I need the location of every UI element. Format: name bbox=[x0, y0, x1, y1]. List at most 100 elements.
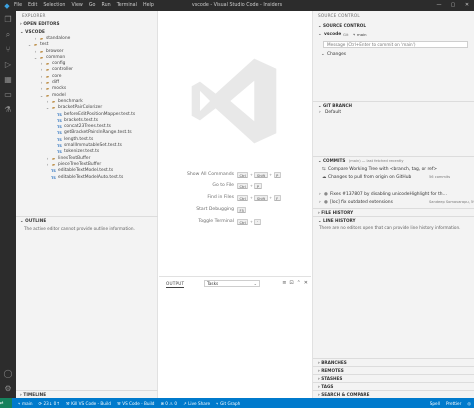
keycap: F5 bbox=[237, 206, 247, 213]
line-history-header[interactable]: ⌄ LINE HISTORY bbox=[313, 216, 474, 224]
manage-gear-icon[interactable]: ⚙ bbox=[0, 382, 16, 396]
git-branch-item: Default bbox=[325, 110, 342, 115]
explorer-icon[interactable]: ❐ bbox=[0, 13, 16, 27]
repo-row[interactable]: ⌄ vscode Git ⑂ main bbox=[313, 31, 474, 38]
problems-indicator[interactable]: ⊗ 0 ⚠ 0 bbox=[160, 401, 177, 406]
window-controls: — ▢ ✕ bbox=[432, 0, 474, 11]
tab-output[interactable]: OUTPUT bbox=[166, 281, 185, 288]
task-build[interactable]: ⚒ VS Code - Build bbox=[117, 401, 155, 406]
notifications-icon[interactable]: ◎ bbox=[467, 401, 471, 406]
branch-indicator[interactable]: ⑂ main bbox=[18, 401, 32, 406]
file-history-header[interactable]: › FILE HISTORY bbox=[313, 208, 474, 216]
tree-file[interactable]: TS editableTextModelAuto.test.ts bbox=[16, 175, 157, 181]
source-control-icon[interactable]: ⑂ bbox=[0, 43, 16, 57]
sync-indicator[interactable]: ⟳ 23↓ 0↑ bbox=[38, 401, 59, 406]
menu-item-selection[interactable]: Selection bbox=[43, 3, 65, 8]
section-label: STASHES bbox=[321, 376, 343, 381]
extensions-icon[interactable]: ▦ bbox=[0, 73, 16, 87]
commits-header[interactable]: ⌄ COMMITS (main) — last fetched recently bbox=[313, 156, 474, 164]
editor-hint-label: Start Debugging bbox=[196, 207, 234, 212]
spell-check-status[interactable]: Spell bbox=[430, 401, 440, 406]
editor-hint-label: Go to File bbox=[212, 183, 234, 188]
commit-row[interactable]: ☁ Changes to pull from origin on GitHub 56… bbox=[313, 174, 474, 181]
git-branch-default[interactable]: › Default bbox=[313, 109, 474, 116]
section-label: REMOTES bbox=[321, 368, 344, 373]
changes-group[interactable]: ⌄ Changes bbox=[313, 51, 474, 58]
sync-icon: ⟳ bbox=[38, 400, 42, 406]
filter-icon[interactable]: ≡ bbox=[282, 280, 286, 286]
outline-header[interactable]: ⌄ OUTLINE bbox=[16, 216, 158, 224]
outline-section: ⌄ OUTLINE The active editor cannot provi… bbox=[16, 216, 158, 233]
close-icon[interactable]: ✕ bbox=[460, 0, 474, 11]
section-header-remotes[interactable]: › REMOTES bbox=[313, 366, 474, 374]
section-header-tags[interactable]: › TAGS bbox=[313, 382, 474, 390]
git-graph-button[interactable]: ⑂ Git Graph bbox=[216, 401, 240, 406]
search-icon[interactable]: ⌕ bbox=[0, 28, 16, 42]
run-debug-icon[interactable]: ▷ bbox=[0, 58, 16, 72]
section-header-search-compare[interactable]: › SEARCH & COMPARE bbox=[313, 390, 474, 398]
menu-item-view[interactable]: View bbox=[71, 3, 82, 8]
remote-indicator-icon[interactable]: ⇄ bbox=[0, 398, 12, 408]
repo-branch-icon: ⑂ bbox=[353, 32, 356, 37]
task-kill-build[interactable]: ⚒ Kill VS Code - Build bbox=[66, 401, 111, 406]
editor-hint-row: Find in Files Ctrl + Shift + F bbox=[159, 193, 311, 202]
keybinding: Ctrl + P bbox=[237, 182, 262, 189]
menu-item-run[interactable]: Run bbox=[101, 3, 110, 8]
bottom-panel: OUTPUT Tasks ⌄ ≡ ⊡ ⌃ ✕ bbox=[159, 276, 311, 398]
section-label: SEARCH & COMPARE bbox=[321, 392, 370, 397]
menu-item-help[interactable]: Help bbox=[143, 3, 154, 8]
commit-row[interactable]: › ● [loc] fix outdated extensions Sandeep S… bbox=[313, 199, 474, 206]
file-tree: › ▰ standalone ⌄ ▰ test › ▰ browser ⌄ ▰ common › ▰ con… bbox=[16, 36, 157, 181]
key-separator: + bbox=[249, 172, 253, 177]
commits-meta: (main) — last fetched recently bbox=[348, 159, 404, 163]
prettier-status[interactable]: Prettier bbox=[446, 401, 461, 406]
keycap: F bbox=[273, 194, 281, 201]
accounts-icon[interactable]: ◯ bbox=[0, 367, 16, 381]
section-header-stashes[interactable]: › STASHES bbox=[313, 374, 474, 382]
close-panel-icon[interactable]: ✕ bbox=[304, 280, 308, 286]
chevron-down-icon: ⌄ bbox=[318, 103, 322, 108]
timeline-header[interactable]: › TIMELINE bbox=[16, 390, 158, 398]
commit-message-input[interactable]: Message (Ctrl+Enter to commit on 'main') bbox=[323, 41, 468, 48]
keycap: Shift bbox=[254, 171, 268, 178]
maximize-panel-icon[interactable]: ⌃ bbox=[297, 280, 301, 286]
git-graph-label: Git Graph bbox=[220, 400, 241, 406]
section-label: BRANCHES bbox=[321, 360, 347, 365]
remote-explorer-icon[interactable]: ▭ bbox=[0, 88, 16, 102]
menu-item-file[interactable]: File bbox=[14, 3, 22, 8]
menu-item-terminal[interactable]: Terminal bbox=[117, 3, 137, 8]
live-share-button[interactable]: ↗ Live Share bbox=[183, 401, 210, 406]
task-kill-build-label: Kill VS Code - Build bbox=[71, 400, 111, 406]
editor-hint-label: Show All Commands bbox=[186, 172, 234, 177]
keybinding: Ctrl + Shift + P bbox=[237, 171, 281, 178]
title-bar: ◆ File Edit Selection View Go Run Terminal Help… bbox=[0, 0, 474, 11]
git-branch-icon: ⑂ bbox=[18, 400, 21, 406]
workspace-root-header[interactable]: ⌄ VSCODE bbox=[16, 28, 157, 36]
git-branch-header[interactable]: ⌄ GIT BRANCH bbox=[313, 101, 474, 109]
testing-icon[interactable]: ⚗ bbox=[0, 103, 16, 117]
chevron-down-icon: ⌄ bbox=[253, 281, 257, 286]
workspace-root-label: VSCODE bbox=[25, 29, 45, 34]
minimize-icon[interactable]: — bbox=[432, 0, 446, 11]
keybinding: F5 bbox=[237, 206, 247, 213]
chevron-down-icon: ⌄ bbox=[318, 158, 322, 163]
commit-row[interactable]: › ● Fixes #137807 by disabling unicodeHigh… bbox=[313, 191, 474, 198]
commit-row[interactable]: ⇆ Compare Working Tree with <branch, tag,… bbox=[313, 166, 474, 173]
open-editors-header[interactable]: › OPEN EDITORS bbox=[16, 20, 157, 28]
keycap: ` bbox=[254, 218, 262, 225]
repo-name: vscode bbox=[324, 32, 342, 37]
commit-meta: Sandeep Somavarapu, 59 minutes ago bbox=[429, 200, 474, 204]
section-header-branches[interactable]: › BRANCHES bbox=[313, 358, 474, 366]
output-channel-select[interactable]: Tasks ⌄ bbox=[204, 280, 260, 287]
maximize-icon[interactable]: ▢ bbox=[446, 0, 460, 11]
scm-section-header[interactable]: ⌄ SOURCE CONTROL bbox=[313, 22, 474, 30]
editor-hint-row: Go to File Ctrl + P bbox=[159, 181, 311, 190]
explorer-sidebar: EXPLORER › OPEN EDITORS ⌄ VSCODE › ▰ stand… bbox=[16, 11, 158, 398]
editor-hint-label: Find in Files bbox=[207, 195, 234, 200]
menu-item-go[interactable]: Go bbox=[89, 3, 96, 8]
commit-icon: ● bbox=[324, 192, 328, 197]
lock-icon[interactable]: ⊡ bbox=[289, 280, 293, 286]
menu-item-edit[interactable]: Edit bbox=[28, 3, 37, 8]
commit-message: Fixes #137807 by disabling unicodeHighli… bbox=[330, 192, 448, 197]
timeline-section: › TIMELINE bbox=[16, 390, 158, 398]
